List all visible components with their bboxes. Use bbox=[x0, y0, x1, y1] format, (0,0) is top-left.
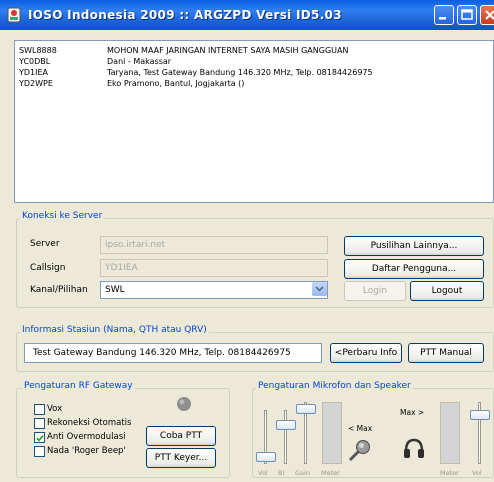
server-field[interactable]: ipso.irtari.net bbox=[100, 236, 328, 254]
speaker-level-meter bbox=[440, 402, 460, 464]
window-title: IOSO Indonesia 2009 :: ARGZPD Versi ID5.… bbox=[28, 8, 342, 22]
log-message: MOHON MAAF JARINGAN INTERNET SAYA MASIH … bbox=[107, 46, 349, 55]
log-message: Dani - Makassar bbox=[107, 57, 172, 66]
log-callsign: YD1IEA bbox=[19, 68, 49, 77]
minimize-button[interactable] bbox=[434, 5, 454, 25]
microphone-icon bbox=[348, 440, 370, 462]
vox-label: Vox bbox=[47, 404, 63, 414]
title-bar[interactable]: IOSO Indonesia 2009 :: ARGZPD Versi ID5.… bbox=[0, 0, 494, 30]
anti-overmodulation-label: Anti Overmodulasi bbox=[47, 432, 126, 442]
minimize-icon bbox=[439, 17, 446, 20]
close-icon bbox=[485, 10, 494, 20]
audio-group-title: Pengaturan Mikrofon dan Speaker bbox=[256, 381, 413, 391]
speaker-volume-thumb[interactable] bbox=[470, 410, 490, 420]
chevron-down-icon[interactable] bbox=[312, 282, 327, 296]
callsign-label: Callsign bbox=[30, 263, 66, 273]
auto-reconnect-checkbox[interactable] bbox=[34, 418, 45, 429]
log-callsign: YC0DBL bbox=[19, 57, 51, 66]
mic-gain-caption: Gain bbox=[295, 469, 310, 477]
test-ptt-button[interactable]: Coba PTT bbox=[146, 426, 216, 446]
ptt-keyer-button[interactable]: PTT Keyer... bbox=[146, 448, 216, 468]
auto-reconnect-label: Rekoneksi Otomatis bbox=[47, 418, 132, 428]
headphones-icon bbox=[404, 438, 424, 458]
speaker-max-label: Max > bbox=[400, 408, 425, 417]
rf-group-title: Pengaturan RF Gateway bbox=[22, 381, 135, 391]
maximize-button[interactable] bbox=[457, 5, 477, 25]
speaker-volume-caption: Vol bbox=[472, 469, 482, 477]
app-window: IOSO Indonesia 2009 :: ARGZPD Versi ID5.… bbox=[0, 0, 494, 482]
roger-beep-label: Nada 'Roger Beep' bbox=[47, 446, 126, 456]
log-callsign: YD2WPE bbox=[19, 79, 53, 88]
server-group-title: Koneksi ke Server bbox=[20, 211, 105, 221]
server-label: Server bbox=[30, 239, 60, 249]
mic-level-meter bbox=[322, 402, 342, 464]
app-icon bbox=[7, 7, 21, 23]
log-message: Eko Pramono, Bantul, Jogjakarta () bbox=[107, 79, 245, 88]
station-info-input[interactable]: Test Gateway Bandung 146.320 MHz, Telp. … bbox=[24, 343, 322, 363]
mic-gain-thumb[interactable] bbox=[296, 404, 316, 414]
user-list-button[interactable]: Daftar Pengguna... bbox=[344, 259, 484, 279]
mic-volume-thumb[interactable] bbox=[256, 452, 276, 462]
ptt-manual-button[interactable]: PTT Manual bbox=[408, 343, 484, 363]
roger-beep-checkbox[interactable] bbox=[34, 446, 45, 457]
close-button[interactable] bbox=[480, 5, 494, 25]
channel-select[interactable]: SWL bbox=[100, 281, 328, 299]
mic-max-label: < Max bbox=[348, 424, 373, 433]
message-log-list[interactable]: SWL8888 MOHON MAAF JARINGAN INTERNET SAY… bbox=[14, 40, 494, 203]
callsign-field[interactable]: YD1IEA bbox=[100, 259, 328, 277]
log-message: Taryana, Test Gateway Bandung 146.320 MH… bbox=[107, 68, 373, 77]
mic-bias-thumb[interactable] bbox=[276, 420, 296, 430]
station-group-title: Informasi Stasiun (Nama, QTH atau QRV) bbox=[20, 325, 209, 335]
logout-button[interactable]: Logout bbox=[410, 281, 484, 301]
mic-bias-slider[interactable] bbox=[284, 410, 287, 464]
more-options-button[interactable]: Pusilihan Lainnya... bbox=[344, 236, 484, 256]
ptt-status-led-icon bbox=[177, 397, 191, 411]
mic-bias-caption: Bl bbox=[278, 469, 285, 477]
vox-checkbox[interactable] bbox=[34, 404, 45, 415]
channel-label: Kanal/Pilihan bbox=[30, 285, 88, 295]
mic-meter-caption: Meter bbox=[321, 469, 340, 477]
mic-volume-caption: Vol bbox=[258, 469, 268, 477]
login-button[interactable]: Login bbox=[344, 281, 406, 301]
update-info-button[interactable]: <Perbaru Info bbox=[330, 343, 402, 363]
checkmark-icon bbox=[36, 435, 44, 442]
speaker-meter-caption: Meter bbox=[440, 469, 459, 477]
maximize-icon bbox=[461, 9, 473, 20]
channel-select-value: SWL bbox=[100, 281, 328, 299]
anti-overmodulation-checkbox[interactable] bbox=[34, 432, 45, 443]
log-callsign: SWL8888 bbox=[19, 46, 57, 55]
